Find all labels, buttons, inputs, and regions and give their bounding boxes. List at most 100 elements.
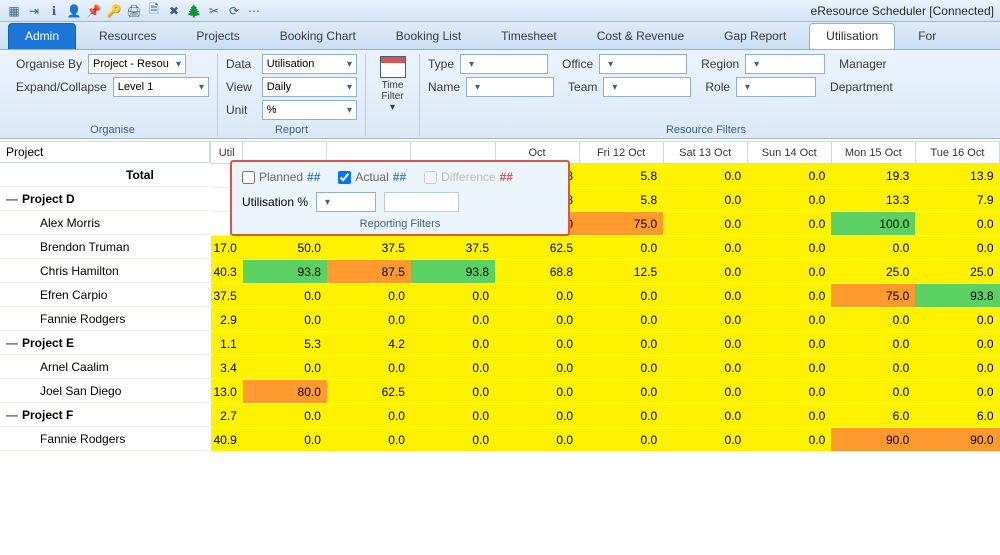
data-cell: 4.2: [327, 332, 411, 356]
data-cell: 0.0: [915, 332, 999, 356]
pin-icon[interactable]: 📌: [86, 3, 102, 19]
tab-utilisation[interactable]: Utilisation: [809, 23, 895, 49]
tab-booking-chart[interactable]: Booking Chart: [263, 23, 373, 49]
view-dropdown[interactable]: Daily: [262, 77, 357, 97]
tab-timesheet[interactable]: Timesheet: [484, 23, 574, 49]
report-group-title: Report: [226, 120, 357, 136]
x-sheet-icon[interactable]: ✖: [166, 3, 182, 19]
row-text: Efren Carpio: [40, 288, 107, 302]
tab-admin[interactable]: Admin: [8, 23, 76, 49]
data-cell: 0.0: [663, 236, 747, 260]
grid-icon[interactable]: ▦: [6, 3, 22, 19]
tab-resources[interactable]: Resources: [82, 23, 173, 49]
data-cell: 0.0: [663, 260, 747, 284]
row-text: Alex Morris: [40, 216, 100, 230]
data-cell: 0.0: [663, 164, 747, 188]
utilisation-value-input[interactable]: [384, 192, 459, 212]
data-cell: 3.4: [211, 356, 243, 380]
tab-booking-list[interactable]: Booking List: [379, 23, 478, 49]
difference-label: Difference: [441, 170, 495, 184]
row-label[interactable]: —Project E: [0, 331, 210, 355]
actual-checkbox[interactable]: Actual ##: [338, 170, 406, 184]
key-icon[interactable]: 🔑: [106, 3, 122, 19]
data-cell: 0.0: [411, 308, 495, 332]
time-filter-button[interactable]: Time Filter ▾: [374, 54, 412, 115]
name-dropdown[interactable]: [466, 77, 554, 97]
role-dropdown[interactable]: [736, 77, 816, 97]
view-label: View: [226, 80, 256, 94]
calendar-icon: [380, 56, 406, 78]
expand-collapse-dropdown[interactable]: Level 1: [113, 77, 209, 97]
office-dropdown[interactable]: [599, 54, 687, 74]
expand-toggle[interactable]: —: [6, 192, 18, 206]
data-cell: 0.0: [579, 308, 663, 332]
data-cell: 0.0: [747, 404, 831, 428]
data-cell: 0.0: [663, 380, 747, 404]
date-col-header[interactable]: Fri 12 Oct: [579, 142, 663, 164]
row-label[interactable]: —Project D: [0, 187, 210, 211]
data-cell: 0.0: [915, 236, 999, 260]
scissors-icon[interactable]: ✂: [206, 3, 222, 19]
date-col-header[interactable]: Tue 16 Oct: [915, 142, 999, 164]
exit-icon[interactable]: ⇥: [26, 3, 42, 19]
row-label[interactable]: Efren Carpio: [0, 283, 210, 307]
unit-dropdown[interactable]: %: [262, 100, 357, 120]
row-label[interactable]: Fannie Rodgers: [0, 307, 210, 331]
user-icon[interactable]: 👤: [66, 3, 82, 19]
data-cell: 0.0: [747, 308, 831, 332]
data-cell: 0.0: [663, 404, 747, 428]
sheet-icon[interactable]: 🗎: [146, 3, 162, 19]
options-icon[interactable]: ⋯: [246, 3, 262, 19]
data-cell: 0.0: [495, 284, 579, 308]
tree-icon[interactable]: 🌲: [186, 3, 202, 19]
row-label[interactable]: Total: [0, 163, 210, 187]
row-label[interactable]: Fannie Rodgers: [0, 427, 210, 451]
date-col-header[interactable]: Mon 15 Oct: [831, 142, 915, 164]
data-cell: 0.0: [831, 380, 915, 404]
row-label[interactable]: Chris Hamilton: [0, 259, 210, 283]
tab-projects[interactable]: Projects: [179, 23, 256, 49]
expand-toggle[interactable]: —: [6, 408, 18, 422]
tab-gap-report[interactable]: Gap Report: [707, 23, 803, 49]
ribbon: Organise By Project - Resou Expand/Colla…: [0, 50, 1000, 139]
data-cell: 75.0: [579, 212, 663, 236]
team-dropdown[interactable]: [603, 77, 691, 97]
region-dropdown[interactable]: [745, 54, 825, 74]
planned-label: Planned: [259, 170, 303, 184]
data-cell: 0.0: [495, 404, 579, 428]
row-label[interactable]: Brendon Truman: [0, 235, 210, 259]
data-cell: 0.0: [663, 332, 747, 356]
row-label[interactable]: Arnel Caalim: [0, 355, 210, 379]
difference-hash: ##: [500, 170, 513, 184]
tab-cost-revenue[interactable]: Cost & Revenue: [580, 23, 701, 49]
data-cell: 0.0: [243, 428, 327, 452]
data-cell: 0.0: [747, 212, 831, 236]
type-dropdown[interactable]: [460, 54, 548, 74]
data-cell: 93.8: [915, 284, 999, 308]
tab-for[interactable]: For: [901, 23, 953, 49]
info-icon[interactable]: ℹ: [46, 3, 62, 19]
data-dropdown[interactable]: Utilisation: [262, 54, 357, 74]
row-label[interactable]: Alex Morris: [0, 211, 210, 235]
data-cell: 0.0: [495, 380, 579, 404]
date-col-header[interactable]: Sun 14 Oct: [747, 142, 831, 164]
data-cell: 0.0: [411, 332, 495, 356]
print-icon[interactable]: 🖨: [126, 3, 142, 19]
data-cell: 40.9: [211, 428, 243, 452]
project-column-header[interactable]: Project: [0, 141, 210, 163]
planned-checkbox[interactable]: Planned ##: [242, 170, 320, 184]
difference-checkbox[interactable]: Difference ##: [424, 170, 513, 184]
data-cell: 0.0: [663, 308, 747, 332]
table-row: 2.90.00.00.00.00.00.00.00.00.0: [211, 308, 1000, 332]
data-cell: 40.3: [211, 260, 243, 284]
row-label[interactable]: —Project F: [0, 403, 210, 427]
data-cell: 0.0: [579, 380, 663, 404]
expand-toggle[interactable]: —: [6, 336, 18, 350]
table-row: 2.70.00.00.00.00.00.00.06.06.0: [211, 404, 1000, 428]
refresh-icon[interactable]: ⟳: [226, 3, 242, 19]
utilisation-operator-dropdown[interactable]: [316, 192, 376, 212]
date-col-header[interactable]: Sat 13 Oct: [663, 142, 747, 164]
organise-group-title: Organise: [16, 120, 209, 136]
organise-by-dropdown[interactable]: Project - Resou: [88, 54, 186, 74]
row-label[interactable]: Joel San Diego: [0, 379, 210, 403]
